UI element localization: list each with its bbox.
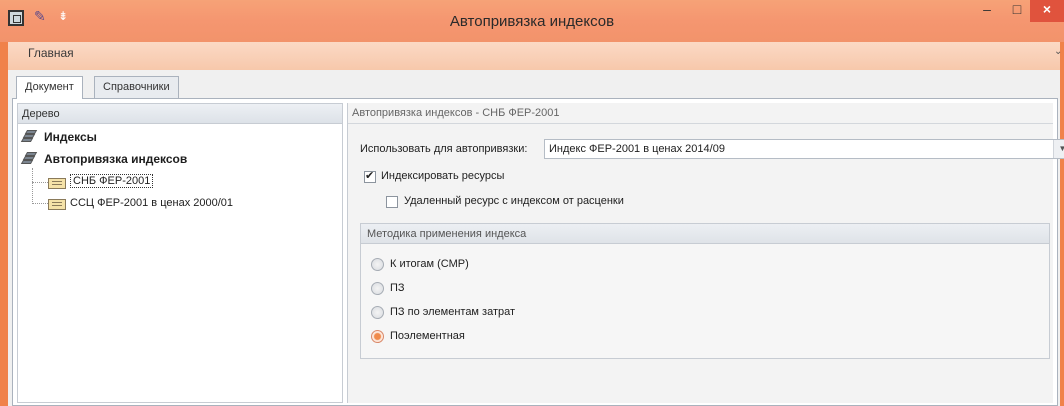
tab-references[interactable]: Справочники (94, 76, 179, 98)
tree-item-label: ССЦ ФЕР-2001 в ценах 2000/01 (70, 197, 234, 209)
maximize-button[interactable]: □ (1002, 0, 1032, 22)
removed-resource-checkbox[interactable] (386, 196, 398, 208)
index-select-value: Индекс ФЕР-2001 в ценах 2014/09 (549, 143, 725, 155)
tree-panel: Дерево Индексы Автопривязка индексов СНБ… (17, 103, 343, 403)
tab-document[interactable]: Документ (16, 76, 83, 99)
book-icon (48, 178, 66, 189)
radio-pz-cost-elements[interactable] (371, 306, 384, 319)
radio-totals-smr[interactable] (371, 258, 384, 271)
book-icon (48, 199, 66, 210)
title-bar: ✎ ⇟ Автопривязка индексов – □ × (0, 0, 1064, 42)
settings-panel: Автопривязка индексов - СНБ ФЕР-2001 Исп… (347, 103, 1064, 403)
removed-resource-label: Удаленный ресурс с индексом от расценки (404, 195, 624, 207)
radio-label: К итогам (СМР) (390, 258, 469, 270)
tree-item-autobind[interactable]: Автопривязка индексов (18, 150, 338, 168)
radio-pz[interactable] (371, 282, 384, 295)
index-resources-checkbox[interactable] (364, 169, 376, 183)
stack-icon (20, 130, 40, 144)
radio-label: ПЗ по элементам затрат (390, 306, 516, 318)
ribbon (8, 42, 1060, 70)
index-resources-label: Индексировать ресурсы (381, 170, 505, 182)
radio-label: Поэлементная (390, 330, 465, 342)
ribbon-collapse-icon[interactable]: ⌄ (1054, 46, 1062, 57)
ribbon-tab-home[interactable]: Главная (28, 46, 74, 60)
stack-icon (20, 152, 40, 166)
minimize-button[interactable]: – (972, 0, 1002, 22)
divider (348, 123, 1053, 124)
close-button[interactable]: × (1030, 0, 1064, 22)
tree-item-label: Автопривязка индексов (44, 152, 188, 166)
radio-label: ПЗ (390, 282, 405, 294)
document-panel: Дерево Индексы Автопривязка индексов СНБ… (12, 98, 1064, 406)
tree-item-label: СНБ ФЕР-2001 (70, 174, 154, 188)
use-for-autobind-label: Использовать для автопривязки: (360, 143, 528, 155)
method-group: Методика применения индекса К итогам (СМ… (360, 223, 1050, 359)
tree-item-snb-fer[interactable]: СНБ ФЕР-2001 (18, 174, 338, 192)
tree-item-indexes[interactable]: Индексы (18, 128, 338, 146)
tree-header: Дерево (18, 104, 342, 124)
window-title: Автопривязка индексов (449, 13, 615, 30)
index-select[interactable]: Индекс ФЕР-2001 в ценах 2014/09 ▼ (544, 139, 1064, 159)
tree-item-ssc-fer[interactable]: ССЦ ФЕР-2001 в ценах 2000/01 (18, 195, 338, 213)
method-group-header: Методика применения индекса (361, 224, 1049, 244)
panel-title: Автопривязка индексов - СНБ ФЕР-2001 (352, 107, 560, 119)
radio-elementwise[interactable] (371, 330, 384, 343)
tree-item-label: Индексы (44, 130, 97, 144)
chevron-down-icon[interactable]: ▼ (1053, 140, 1064, 158)
